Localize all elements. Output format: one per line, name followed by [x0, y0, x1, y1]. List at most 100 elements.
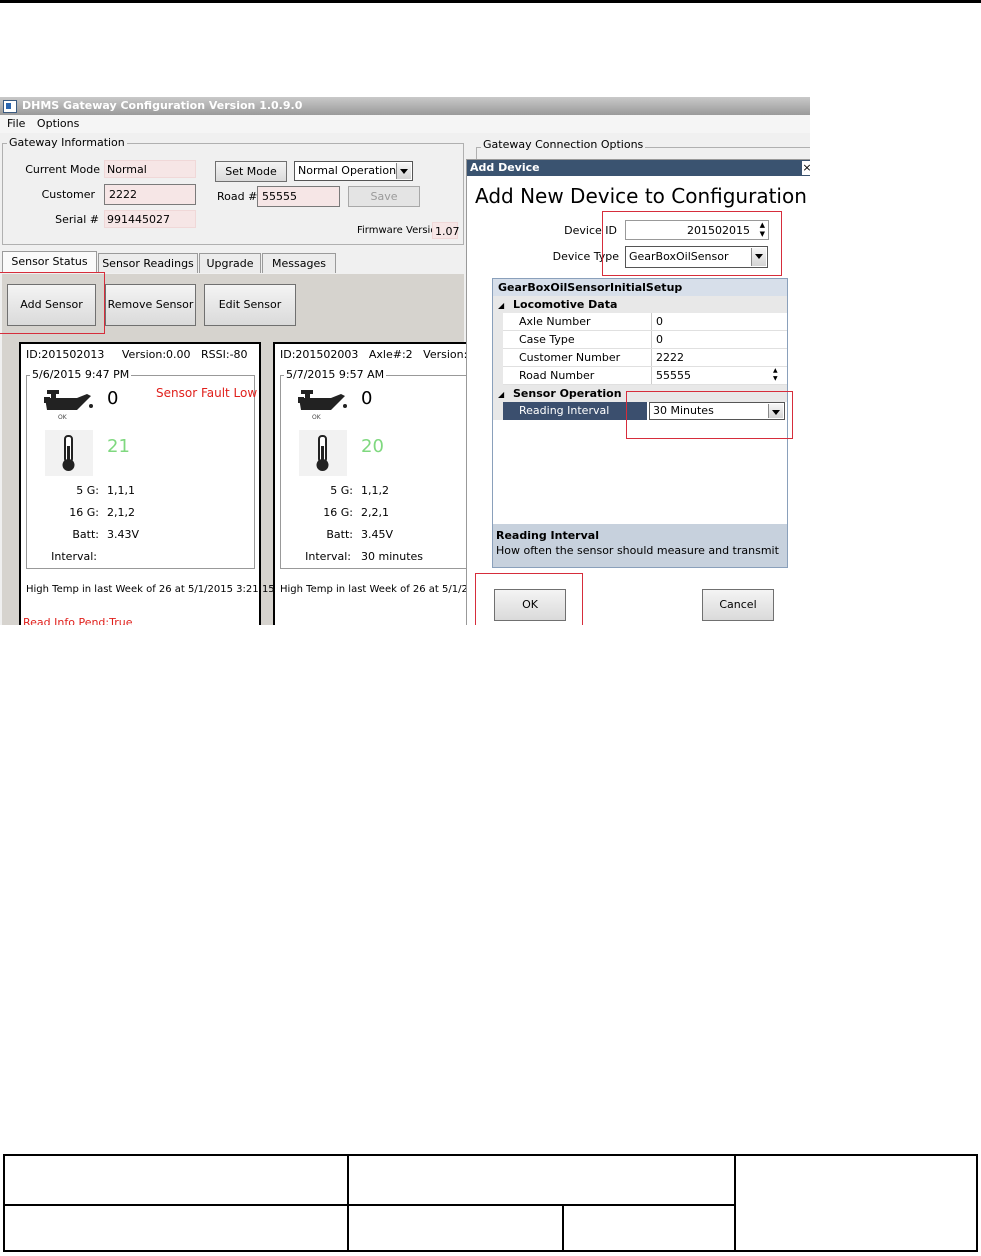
customer-label: Customer	[41, 188, 95, 201]
app-icon	[3, 100, 17, 113]
add-device-dialog: Add Device × Add New Device to Configura…	[466, 159, 810, 625]
sensor-card[interactable]: ID:201502003 Axle#:2 Version:1.08 5/7/20…	[273, 342, 496, 625]
reading-interval-highlight	[626, 391, 793, 439]
set-mode-button[interactable]: Set Mode	[215, 161, 287, 182]
sensor-timestamp: 5/6/2015 9:47 PM	[30, 368, 132, 381]
window-titlebar: DHMS Gateway Configuration Version 1.0.9…	[0, 97, 810, 115]
dialog-heading: Add New Device to Configuration	[475, 184, 807, 208]
read-info-text: Read Info Pend:True	[23, 616, 133, 625]
interval-label: Interval:	[305, 550, 351, 563]
menu-file[interactable]: File	[3, 115, 29, 133]
grid-title: GearBoxOilSensorInitialSetup	[493, 279, 787, 296]
oil-value: 0	[107, 388, 119, 409]
grid-row-axle[interactable]: Axle Number 0	[503, 313, 787, 331]
table-col-divider	[347, 1156, 349, 1250]
case-type-value: 0	[651, 331, 786, 348]
batt-value: 3.43V	[107, 528, 140, 541]
description-title: Reading Interval	[496, 529, 599, 542]
interval-value: 30 minutes	[361, 550, 424, 563]
firmware-label: Firmware Version	[357, 225, 443, 236]
current-mode-label: Current Mode	[25, 163, 100, 176]
spin-up-icon[interactable]: ▲ ▼	[773, 367, 778, 383]
g5-value: 1,1,1	[107, 484, 135, 497]
collapse-icon: ◢	[498, 390, 505, 399]
customer-input[interactable]: 2222	[104, 184, 196, 205]
serial-label: Serial #	[55, 213, 99, 226]
oil-ok-label: OK	[58, 414, 67, 421]
g5-label: 5 G:	[76, 484, 99, 497]
batt-value: 3.45V	[361, 528, 394, 541]
grid-row-case[interactable]: Case Type 0	[503, 331, 787, 349]
batt-label: Batt:	[326, 528, 353, 541]
app-screenshot: DHMS Gateway Configuration Version 1.0.9…	[0, 97, 810, 625]
oil-can-icon	[298, 390, 347, 410]
ok-highlight	[475, 573, 583, 625]
firmware-value: 1.07	[432, 222, 460, 239]
thermometer-icon	[45, 430, 93, 476]
temp-value: 20	[361, 436, 384, 457]
current-mode-value: Normal	[104, 160, 196, 178]
grid-row-customer[interactable]: Customer Number 2222	[503, 349, 787, 367]
temp-value: 21	[107, 436, 130, 457]
table-col-divider	[562, 1204, 564, 1250]
close-icon[interactable]: ×	[802, 161, 810, 175]
description-text: How often the sensor should measure and …	[496, 544, 779, 557]
sensor-timestamp: 5/7/2015 9:57 AM	[284, 368, 387, 381]
high-temp-text: High Temp in last Week of 26 at 5/1/2015…	[280, 584, 497, 595]
oil-ok-label: OK	[312, 414, 321, 421]
g16-label: 16 G:	[69, 506, 99, 519]
g16-value: 2,2,1	[361, 506, 389, 519]
gateway-info-title: Gateway Information	[7, 136, 127, 149]
interval-label: Interval:	[51, 550, 97, 563]
thermometer-icon	[299, 430, 347, 476]
edit-sensor-button[interactable]: Edit Sensor	[204, 284, 296, 326]
cancel-button[interactable]: Cancel	[702, 589, 774, 621]
connection-title: Gateway Connection Options	[481, 138, 646, 151]
sensor-header: ID:201502013 Version:0.00 RSSI:-80	[26, 348, 248, 361]
mode-select-value: Normal Operation	[298, 164, 397, 177]
sensor-header: ID:201502003 Axle#:2 Version:1.08	[280, 348, 492, 361]
tab-sensor-status[interactable]: Sensor Status	[2, 251, 97, 273]
batt-label: Batt:	[72, 528, 99, 541]
tab-messages[interactable]: Messages	[262, 253, 336, 273]
category-label: Sensor Operation	[513, 387, 622, 400]
oil-can-icon	[44, 390, 93, 410]
description-pane: Reading Interval How often the sensor sh…	[493, 524, 787, 567]
collapse-icon: ◢	[498, 301, 505, 310]
tab-upgrade[interactable]: Upgrade	[199, 253, 261, 273]
dialog-title: Add Device	[470, 161, 540, 174]
case-type-label: Case Type	[519, 333, 575, 346]
remove-sensor-button[interactable]: Remove Sensor	[105, 284, 196, 326]
category-label: Locomotive Data	[513, 298, 618, 311]
sensor-card[interactable]: ID:201502013 Version:0.00 RSSI:-80 5/6/2…	[19, 342, 293, 625]
road-label: Road #	[217, 190, 258, 203]
chevron-down-icon	[396, 163, 411, 179]
axle-number-label: Axle Number	[519, 315, 591, 328]
window-title: DHMS Gateway Configuration Version 1.0.9…	[22, 99, 303, 112]
sensor-fault-text: Sensor Fault Low	[156, 386, 258, 400]
oil-value: 0	[361, 388, 373, 409]
road-number-label: Road Number	[519, 369, 595, 382]
category-locomotive[interactable]: ◢ Locomotive Data	[493, 296, 787, 313]
device-fields-highlight	[602, 211, 782, 276]
customer-number-value: 2222	[651, 349, 786, 366]
g16-value: 2,1,2	[107, 506, 135, 519]
footer-table	[3, 1154, 978, 1252]
page-top-rule	[0, 0, 981, 3]
save-button[interactable]: Save	[348, 186, 420, 207]
mode-select[interactable]: Normal Operation	[294, 161, 413, 181]
serial-value: 991445027	[104, 210, 196, 228]
g16-label: 16 G:	[323, 506, 353, 519]
menu-bar: File Options	[0, 115, 810, 133]
road-number-value: 55555	[651, 367, 786, 384]
axle-number-value: 0	[651, 313, 786, 330]
add-sensor-highlight	[0, 272, 105, 334]
tab-sensor-readings[interactable]: Sensor Readings	[98, 253, 198, 273]
table-row-divider	[5, 1204, 734, 1206]
g5-value: 1,1,2	[361, 484, 389, 497]
g5-label: 5 G:	[330, 484, 353, 497]
high-temp-text: High Temp in last Week of 26 at 5/1/2015…	[26, 584, 293, 595]
grid-row-road[interactable]: Road Number 55555 ▲ ▼	[503, 367, 787, 385]
road-input[interactable]: 55555	[257, 186, 340, 207]
menu-options[interactable]: Options	[33, 115, 83, 133]
